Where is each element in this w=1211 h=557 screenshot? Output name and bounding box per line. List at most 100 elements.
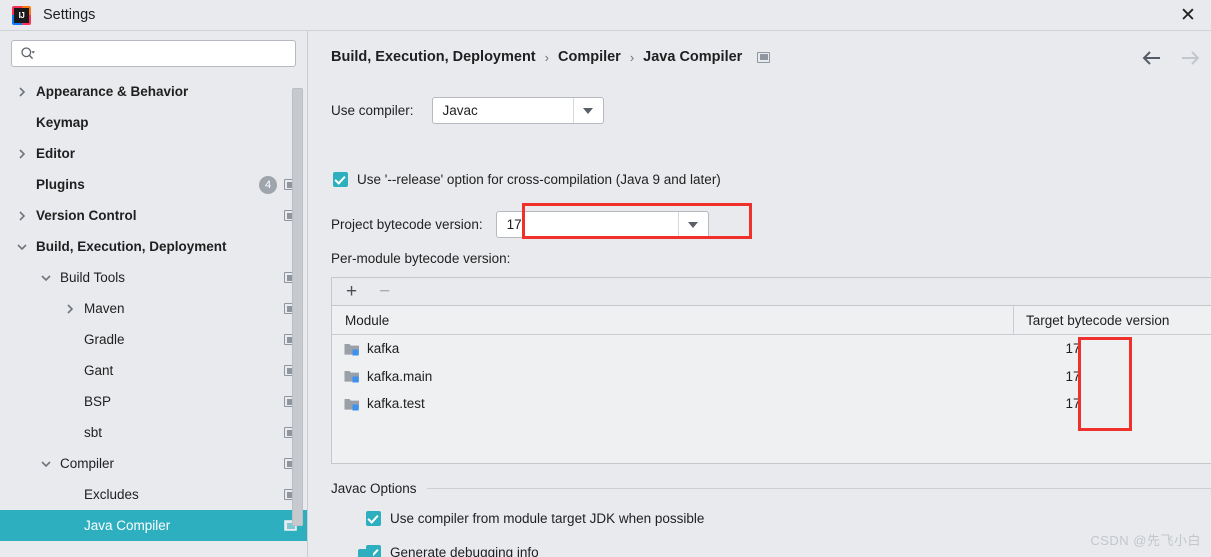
breadcrumb-separator: › xyxy=(544,49,549,65)
sidebar-item-sbt[interactable]: sbt xyxy=(0,417,307,448)
sidebar-item-maven[interactable]: Maven xyxy=(0,293,307,324)
sidebar-item-plugins[interactable]: Plugins 4 xyxy=(0,169,307,200)
cell-target-bytecode[interactable]: 17 xyxy=(1014,396,1211,411)
sidebar-item-editor[interactable]: Editor xyxy=(0,138,307,169)
module-folder-icon xyxy=(344,397,360,411)
sidebar-item-build-execution-deployment[interactable]: Build, Execution, Deployment xyxy=(0,231,307,262)
use-compiler-dropdown[interactable]: Javac xyxy=(431,97,604,124)
column-header-module[interactable]: Module xyxy=(332,306,1014,334)
table-body: kafka 17 kafka.main 17 kafka.test 17 xyxy=(332,335,1211,418)
sidebar-item-gradle[interactable]: Gradle xyxy=(0,324,307,355)
chevron-down-icon[interactable] xyxy=(38,456,54,472)
add-module-button[interactable]: + xyxy=(346,282,357,301)
chevron-down-icon[interactable] xyxy=(38,270,54,286)
use-release-checkbox[interactable] xyxy=(333,172,348,187)
breadcrumb-item-java-compiler[interactable]: Java Compiler xyxy=(643,49,742,65)
javac-option-row-0[interactable]: Use compiler from module target JDK when… xyxy=(366,511,1211,526)
navigation-arrows xyxy=(1141,49,1201,67)
sidebar-item-label: Editor xyxy=(36,146,75,161)
use-release-option-row[interactable]: Use '--release' option for cross-compila… xyxy=(333,172,721,187)
chevron-right-icon[interactable] xyxy=(62,301,78,317)
module-folder-icon xyxy=(344,342,360,356)
project-bytecode-dropdown[interactable]: 17 xyxy=(495,211,709,238)
use-compiler-row: Use compiler: Javac xyxy=(331,97,604,124)
sidebar-item-label: Java Compiler xyxy=(84,518,171,533)
javac-option-checkbox-partial[interactable] xyxy=(358,549,373,557)
sidebar-item-gant[interactable]: Gant xyxy=(0,355,307,386)
sidebar-item-label: Keymap xyxy=(36,115,89,130)
use-release-label: Use '--release' option for cross-compila… xyxy=(357,172,721,187)
settings-main-panel: Build, Execution, Deployment › Compiler … xyxy=(309,31,1211,557)
table-row[interactable]: kafka 17 xyxy=(332,335,1211,363)
sidebar-scrollbar-thumb[interactable] xyxy=(292,88,303,526)
use-module-jdk-checkbox[interactable] xyxy=(366,511,381,526)
title-bar: IJ Settings ✕ xyxy=(0,0,1211,31)
cell-module: kafka xyxy=(332,341,1014,356)
sidebar-item-label: BSP xyxy=(84,394,112,409)
chevron-down-icon[interactable] xyxy=(677,212,708,237)
module-name: kafka.main xyxy=(367,368,433,384)
cell-target-bytecode[interactable]: 17 xyxy=(1014,341,1211,356)
javac-section-title: Javac Options xyxy=(331,481,417,496)
chevron-down-icon[interactable] xyxy=(14,239,30,255)
javac-option-row-1[interactable]: Generate debugging info xyxy=(366,545,1211,557)
sidebar-item-label: Appearance & Behavior xyxy=(36,84,189,99)
search-box[interactable] xyxy=(11,40,296,67)
sidebar-item-label: Plugins xyxy=(36,177,85,192)
sidebar-item-appearance-behavior[interactable]: Appearance & Behavior xyxy=(0,76,307,107)
breadcrumb-item-compiler[interactable]: Compiler xyxy=(558,49,621,65)
use-compiler-label: Use compiler: xyxy=(331,103,414,118)
sidebar-item-label: Compiler xyxy=(60,456,115,471)
javac-section-header: Javac Options xyxy=(331,481,1211,496)
sidebar-item-label: Excludes xyxy=(84,487,139,502)
watermark: CSDN @先飞小白 xyxy=(1090,533,1201,548)
sidebar-item-label: sbt xyxy=(84,425,103,440)
breadcrumb-separator: › xyxy=(629,49,635,65)
chevron-down-icon[interactable] xyxy=(572,98,603,123)
arrow-right-icon xyxy=(1179,49,1201,67)
sidebar-item-excludes[interactable]: Excludes xyxy=(0,479,307,510)
sidebar-item-label: Gradle xyxy=(84,332,125,347)
remove-module-button: − xyxy=(379,281,391,302)
search-area xyxy=(0,31,307,67)
generate-debug-info-label: Generate debugging info xyxy=(390,545,539,557)
sidebar-item-version-control[interactable]: Version Control xyxy=(0,200,307,231)
chevron-right-icon[interactable] xyxy=(14,84,30,100)
sidebar-item-compiler[interactable]: Compiler xyxy=(0,448,307,479)
cell-target-bytecode[interactable]: 17 xyxy=(1014,369,1211,384)
chevron-right-icon[interactable] xyxy=(14,208,30,224)
javac-options-section: Javac Options Use compiler from module t… xyxy=(331,481,1211,557)
module-name: kafka.test xyxy=(367,396,425,412)
sidebar-item-label: Version Control xyxy=(36,208,137,223)
close-icon[interactable]: ✕ xyxy=(1165,0,1211,31)
column-header-target[interactable]: Target bytecode version xyxy=(1014,306,1211,334)
sidebar-item-keymap[interactable]: Keymap xyxy=(0,107,307,138)
settings-sidebar: Appearance & Behavior Keymap Editor Plugins… xyxy=(0,31,308,557)
table-row[interactable]: kafka.test 17 xyxy=(332,390,1211,418)
sidebar-item-build-tools[interactable]: Build Tools xyxy=(0,262,307,293)
table-row[interactable]: kafka.main 17 xyxy=(332,363,1211,391)
breadcrumb: Build, Execution, Deployment › Compiler … xyxy=(331,49,771,65)
table-header-row: Module Target bytecode version xyxy=(332,306,1211,335)
search-icon[interactable] xyxy=(20,46,36,62)
sidebar-item-bsp[interactable]: BSP xyxy=(0,386,307,417)
sidebar-item-label: Maven xyxy=(84,301,125,316)
intellij-idea-icon: IJ xyxy=(12,5,31,25)
search-input[interactable] xyxy=(36,41,295,66)
cell-module: kafka.main xyxy=(332,369,1014,384)
sidebar-scrollbar-track[interactable] xyxy=(292,88,303,526)
use-module-jdk-label: Use compiler from module target JDK when… xyxy=(390,511,705,526)
sidebar-item-label: Gant xyxy=(84,363,114,378)
arrow-left-icon[interactable] xyxy=(1141,49,1163,67)
sidebar-item-label: Build, Execution, Deployment xyxy=(36,239,227,254)
breadcrumb-item-build[interactable]: Build, Execution, Deployment xyxy=(331,49,536,65)
plugins-update-badge: 4 xyxy=(259,175,277,194)
chevron-right-icon[interactable] xyxy=(14,146,30,162)
sidebar-item-java-compiler[interactable]: Java Compiler xyxy=(0,510,307,541)
